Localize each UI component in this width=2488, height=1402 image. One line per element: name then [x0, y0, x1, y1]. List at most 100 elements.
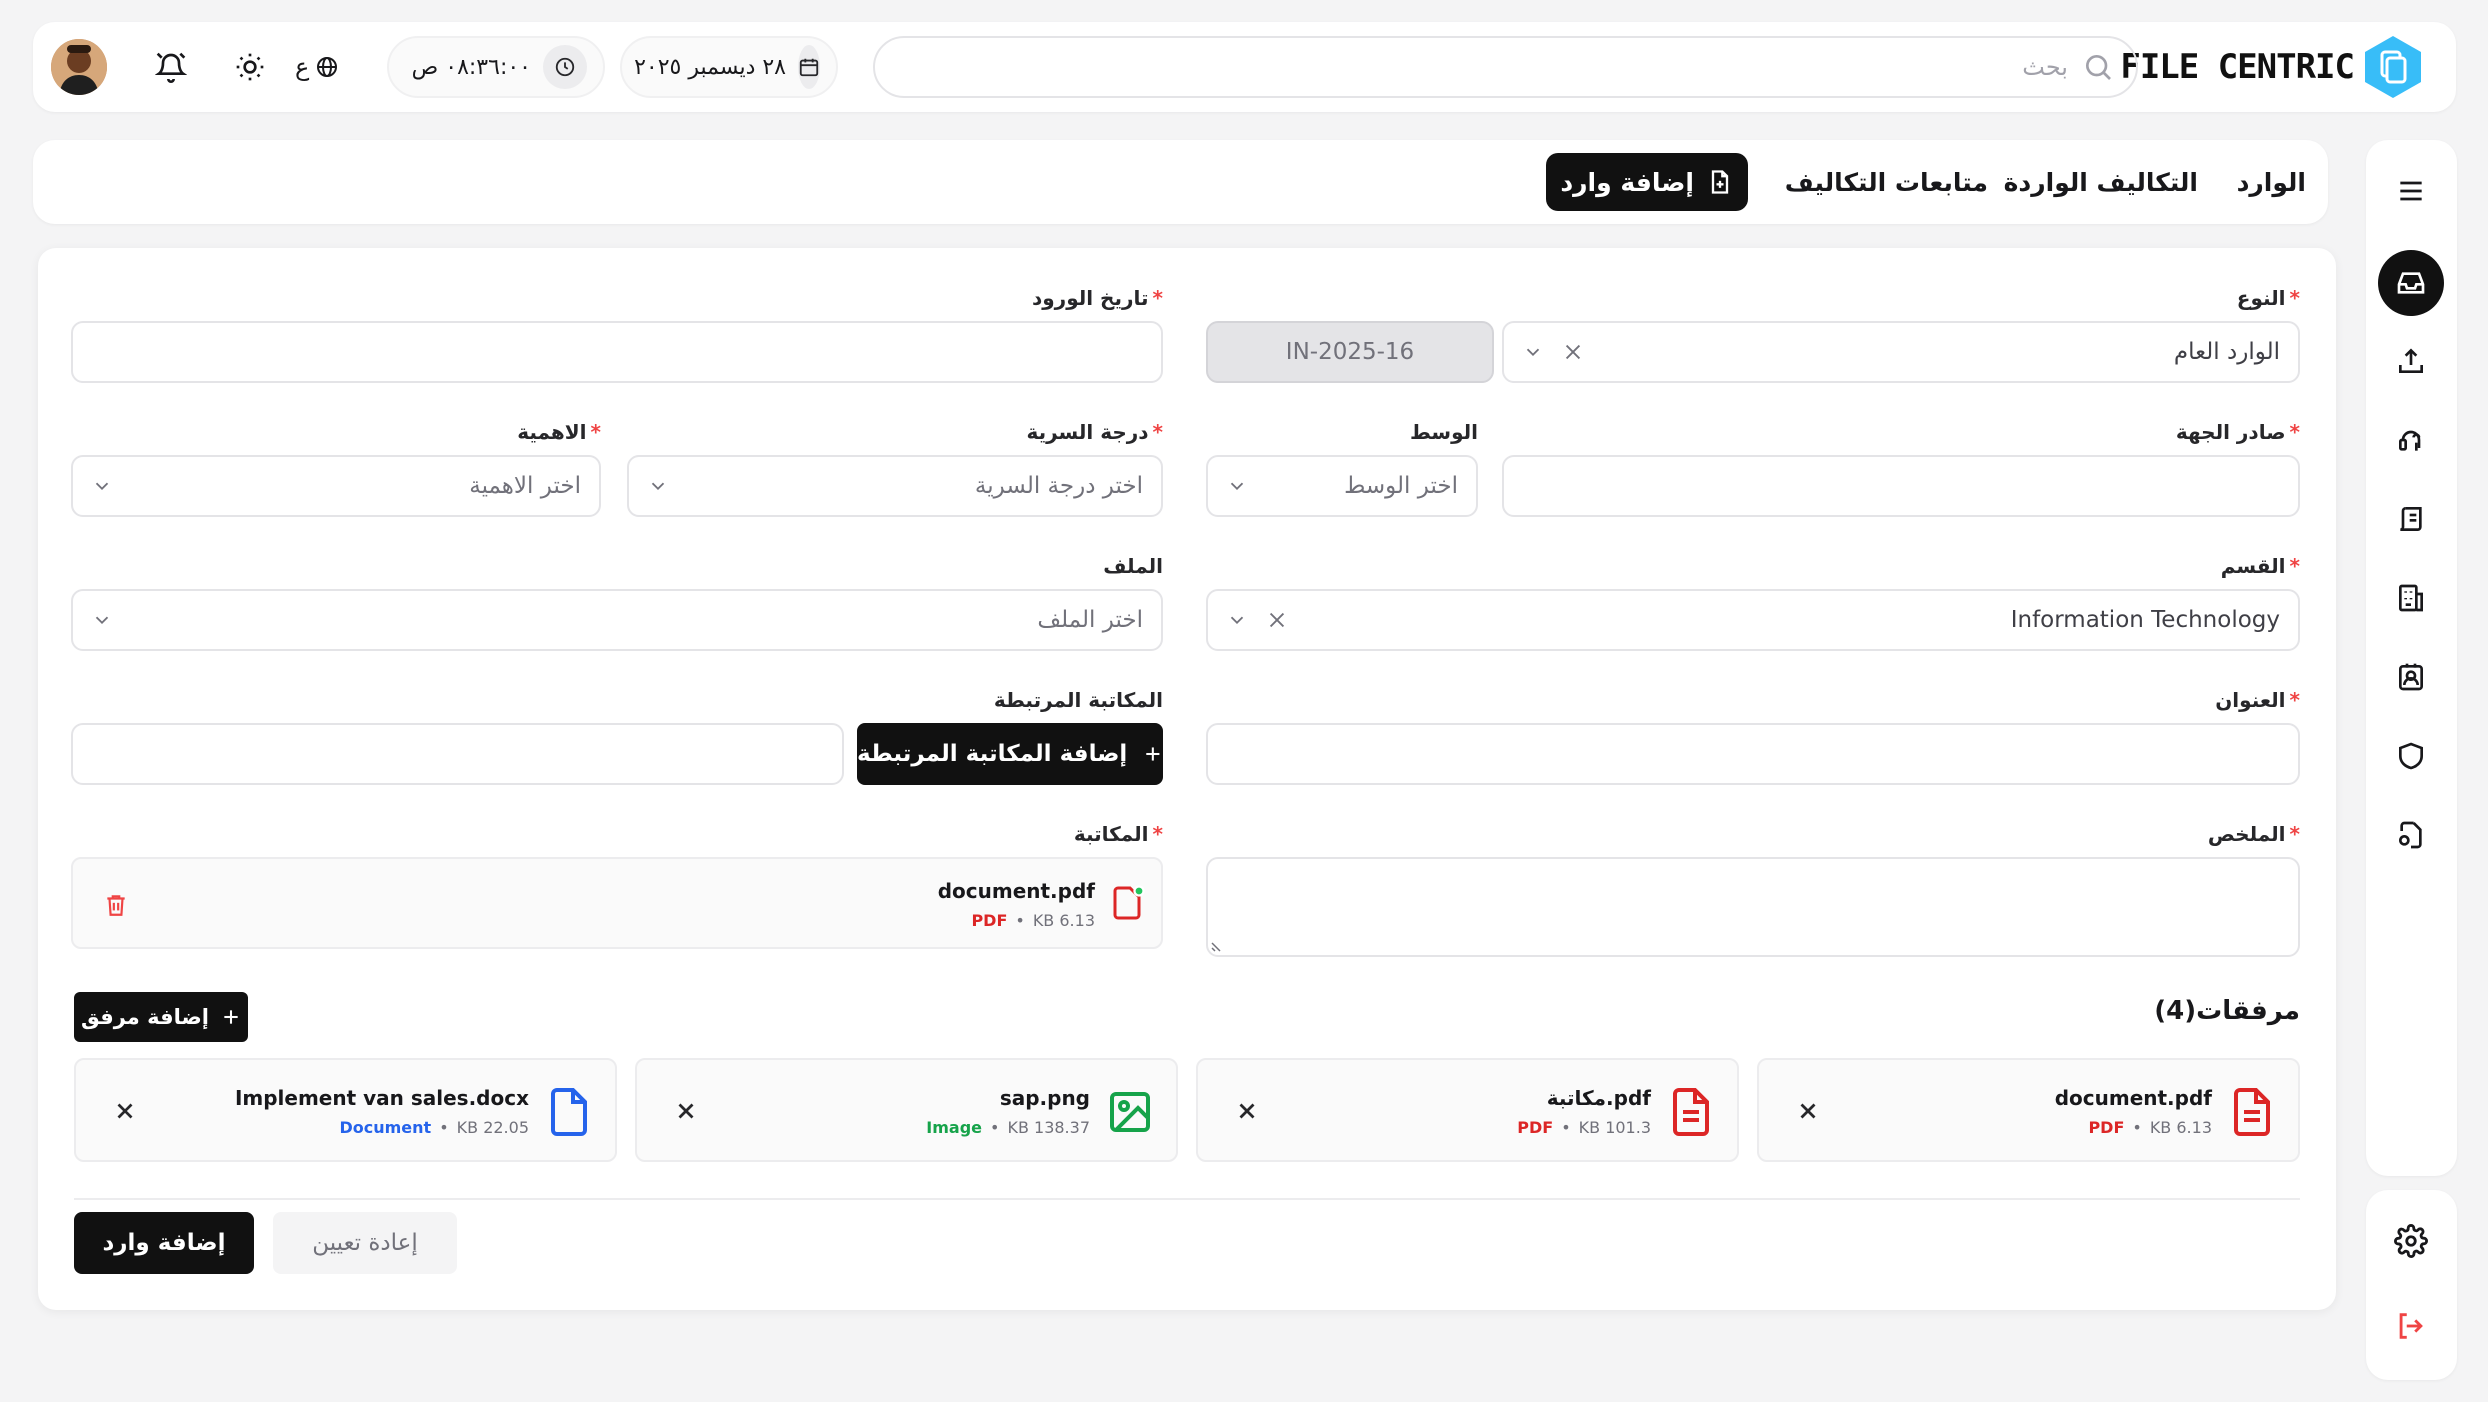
time-pill: ٠٨:٣٦:٠٠ ص: [387, 36, 605, 98]
search-input[interactable]: [897, 38, 2068, 96]
issuer-input[interactable]: [1502, 455, 2300, 517]
chevron-down-icon: [95, 616, 109, 625]
summary-textarea[interactable]: [1206, 857, 2300, 957]
rail-item-file-settings[interactable]: [2378, 802, 2444, 868]
chevron-down-icon: [651, 482, 665, 491]
logout-button[interactable]: [2378, 1293, 2444, 1359]
user-avatar[interactable]: [51, 39, 107, 95]
settings-button[interactable]: [2378, 1208, 2444, 1274]
clear-icon[interactable]: [1562, 341, 1584, 363]
document-file-icon: [551, 1088, 587, 1136]
remove-attachment-icon[interactable]: [112, 1098, 138, 1124]
notifications-button[interactable]: [148, 44, 194, 90]
correspondence-file: document.pdf KB 6.13 • PDF: [71, 857, 1163, 949]
importance-select[interactable]: اختر الاهمية: [71, 455, 601, 517]
app-logo[interactable]: FILE CENTRIC: [2120, 33, 2426, 101]
attachment-name: pdf.مكاتبة: [1546, 1086, 1651, 1110]
file-gear-icon: [2399, 821, 2422, 849]
correspondence-file-meta: KB 6.13 • PDF: [971, 911, 1095, 930]
attachment-meta: KB 22.05 • Document: [339, 1118, 529, 1137]
attachment-name: document.pdf: [2054, 1086, 2212, 1110]
related-correspondence-label: المكاتبة المرتبطة: [993, 688, 1163, 712]
language-label: ع: [295, 53, 310, 81]
theme-toggle-button[interactable]: [227, 44, 273, 90]
language-switcher[interactable]: ع: [295, 44, 339, 90]
rail-item-records[interactable]: [2378, 486, 2444, 552]
confidentiality-label: *درجة السرية: [1026, 420, 1163, 444]
arrival-date-input[interactable]: [71, 321, 1163, 383]
attachments-title: مرفقات(4): [2154, 996, 2300, 1026]
pdf-file-icon: [1113, 885, 1145, 920]
clear-icon[interactable]: [1266, 609, 1288, 631]
plus-icon: [1146, 747, 1160, 761]
attachment-meta: KB 6.13 • PDF: [2088, 1118, 2212, 1137]
pdf-file-icon: [2234, 1088, 2270, 1136]
logo-text: FILE CENTRIC: [2120, 47, 2355, 87]
search-box[interactable]: [873, 36, 2138, 98]
scroll-icon: [2400, 507, 2422, 531]
department-select[interactable]: Information Technology: [1206, 589, 2300, 651]
rail-item-inbox[interactable]: [2378, 250, 2444, 316]
issuer-label: *صادر الجهة: [2175, 420, 2300, 444]
rail-item-support[interactable]: [2378, 407, 2444, 473]
calendar-icon: [798, 45, 820, 89]
file-select[interactable]: اختر الملف: [71, 589, 1163, 651]
reset-button[interactable]: إعادة تعيين: [273, 1212, 457, 1274]
tab-incoming-assignments[interactable]: التكاليف الواردة: [2004, 140, 2198, 224]
menu-icon: [2400, 181, 2422, 201]
shield-icon: [2399, 742, 2423, 770]
importance-label: *الاهمية: [517, 420, 601, 444]
file-plus-icon: [1711, 170, 1729, 194]
title-label: *العنوان: [2215, 688, 2300, 712]
remove-attachment-icon[interactable]: [673, 1098, 699, 1124]
attachment-card: pdf.مكاتبة KB 101.3 • PDF: [1196, 1058, 1739, 1162]
pdf-file-icon: [1673, 1088, 1709, 1136]
attachment-card: sap.png KB 138.37 • Image: [635, 1058, 1178, 1162]
date-pill: ٢٨ ديسمبر ٢٠٢٥: [620, 36, 838, 98]
type-value: الوارد العام: [2173, 339, 2280, 365]
submit-button[interactable]: إضافة وارد: [74, 1212, 254, 1274]
medium-select[interactable]: اختر الوسط: [1206, 455, 1478, 517]
tab-inbox[interactable]: الوارد: [2237, 140, 2306, 224]
reference-number-field: IN-2025-16: [1206, 321, 1494, 383]
add-attachment-button[interactable]: إضافة مرفق: [74, 992, 248, 1042]
department-label: *القسم: [2220, 554, 2300, 578]
attachment-name: Implement van sales.docx: [234, 1086, 529, 1110]
correspondence-file-name: document.pdf: [937, 879, 1095, 903]
rail-item-security[interactable]: [2378, 723, 2444, 789]
remove-attachment-icon[interactable]: [1795, 1098, 1821, 1124]
confidentiality-select[interactable]: اختر درجة السرية: [627, 455, 1163, 517]
remove-attachment-icon[interactable]: [1234, 1098, 1260, 1124]
form-divider: [74, 1198, 2300, 1200]
arrival-date-label: *تاريخ الورود: [1031, 286, 1163, 310]
file-label: الملف: [1103, 554, 1163, 578]
title-input[interactable]: [1206, 723, 2300, 785]
attachment-card: document.pdf KB 6.13 • PDF: [1757, 1058, 2300, 1162]
related-correspondence-input[interactable]: [71, 723, 844, 785]
correspondence-label: *المكاتبة: [1073, 822, 1163, 846]
rail-item-organizations[interactable]: [2378, 565, 2444, 631]
upload-icon: [2399, 348, 2423, 373]
type-select[interactable]: الوارد العام: [1502, 321, 2300, 383]
current-time: ٠٨:٣٦:٠٠ ص: [411, 54, 531, 80]
rail-item-outgoing[interactable]: [2378, 328, 2444, 394]
chevron-down-icon: [95, 482, 109, 491]
headset-icon: [2399, 430, 2421, 451]
add-incoming-form: *النوع الوارد العام IN-2025-16 *تاريخ ال…: [38, 248, 2336, 1310]
attachment-meta: KB 101.3 • PDF: [1517, 1118, 1651, 1137]
globe-icon: [317, 57, 338, 77]
logo-mark-icon: [2365, 36, 2421, 98]
tab-assignment-followups[interactable]: متابعات التكاليف: [1785, 140, 1988, 224]
chevron-down-icon: [1526, 348, 1540, 357]
sun-icon: [236, 53, 264, 81]
side-rail: [2366, 140, 2457, 1176]
add-related-correspondence-button[interactable]: إضافة المكاتبة المرتبطة: [857, 723, 1163, 785]
rail-item-contacts[interactable]: [2378, 644, 2444, 710]
image-file-icon: [1110, 1092, 1150, 1132]
menu-button[interactable]: [2378, 158, 2444, 224]
trash-icon[interactable]: [103, 891, 129, 919]
tabs-bar: الوارد التكاليف الواردة متابعات التكاليف…: [33, 140, 2328, 224]
tab-add-incoming[interactable]: إضافة وارد: [1546, 153, 1748, 211]
summary-label: *الملخص: [2207, 822, 2300, 846]
resize-handle-icon[interactable]: [1210, 939, 1224, 953]
